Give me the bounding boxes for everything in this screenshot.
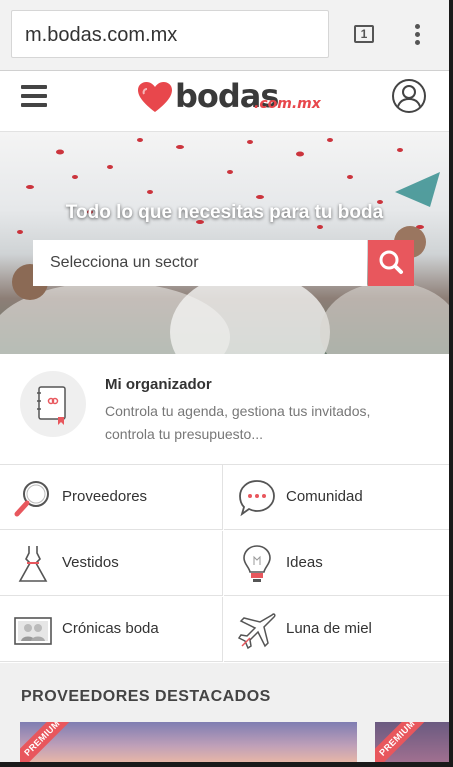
- category-vestidos[interactable]: Vestidos: [0, 531, 223, 596]
- category-label: Luna de miel: [286, 620, 372, 637]
- premium-badge: PREMIUM: [375, 722, 431, 762]
- dress-icon: [18, 546, 48, 582]
- category-grid: Proveedores Comunidad Vestidos Ideas Cró…: [0, 465, 449, 663]
- premium-badge: PREMIUM: [20, 722, 76, 762]
- airplane-icon: [237, 613, 276, 650]
- hamburger-menu-icon[interactable]: [21, 85, 47, 107]
- category-luna-de-miel[interactable]: Luna de miel: [224, 597, 449, 662]
- logo-domain: .com.mx: [254, 96, 321, 112]
- hero-title: Todo lo que necesitas para tu boda: [65, 202, 384, 223]
- category-label: Ideas: [286, 554, 323, 571]
- search-icon: [379, 250, 403, 274]
- hero-banner: Todo lo que necesitas para tu boda Selec…: [0, 132, 449, 354]
- address-bar[interactable]: m.bodas.com.mx: [11, 10, 329, 58]
- tab-switcher-button[interactable]: 1: [354, 25, 374, 43]
- browser-toolbar: m.bodas.com.mx 1: [0, 0, 449, 71]
- featured-vendors-section: PROVEEDORES DESTACADOS PREMIUM PREMIUM: [0, 664, 449, 762]
- category-cronicas-boda[interactable]: Crónicas boda: [0, 597, 223, 662]
- category-label: Comunidad: [286, 488, 363, 505]
- featured-title: PROVEEDORES DESTACADOS: [21, 688, 271, 705]
- category-label: Vestidos: [62, 554, 119, 571]
- category-comunidad[interactable]: Comunidad: [224, 465, 449, 530]
- sector-search-input[interactable]: Selecciona un sector: [33, 240, 367, 286]
- planner-book-icon: [20, 371, 86, 437]
- vendor-card[interactable]: PREMIUM: [20, 722, 357, 762]
- search-placeholder: Selecciona un sector: [50, 254, 199, 271]
- category-ideas[interactable]: Ideas: [224, 531, 449, 596]
- phone-screen: m.bodas.com.mx 1 bodas .com.mx Todo lo q…: [0, 0, 449, 762]
- chat-bubble-icon: [239, 480, 275, 517]
- user-account-icon[interactable]: [392, 79, 426, 113]
- lightbulb-icon: [243, 545, 271, 582]
- organizer-card[interactable]: Mi organizador Controla tu agenda, gesti…: [0, 354, 449, 465]
- category-label: Proveedores: [62, 488, 148, 505]
- category-label: Crónicas boda: [62, 620, 159, 637]
- category-proveedores[interactable]: Proveedores: [0, 465, 223, 530]
- site-logo[interactable]: bodas .com.mx: [137, 77, 321, 115]
- overflow-menu-icon[interactable]: [412, 24, 422, 46]
- magnifier-icon: [14, 481, 49, 517]
- site-header: bodas .com.mx: [0, 71, 449, 132]
- heart-logo-icon: [138, 82, 172, 112]
- vendor-card[interactable]: PREMIUM: [375, 722, 449, 762]
- organizer-title: Mi organizador: [105, 376, 212, 393]
- url-text: m.bodas.com.mx: [25, 24, 178, 46]
- search-button[interactable]: [368, 240, 414, 286]
- organizer-description: Controla tu agenda, gestiona tus invitad…: [105, 403, 371, 442]
- photo-couple-icon: [14, 617, 52, 645]
